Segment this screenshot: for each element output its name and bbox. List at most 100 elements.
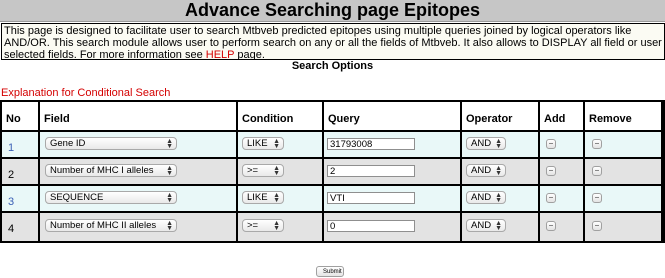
header-add: Add xyxy=(540,102,583,130)
condition-cell: >= ▲ ▼ xyxy=(238,159,322,184)
query-input[interactable] xyxy=(327,192,415,204)
minus-icon xyxy=(549,143,553,144)
chevron-updown-icon: ▲ ▼ xyxy=(495,165,502,177)
chevron-updown-icon: ▲ ▼ xyxy=(166,220,173,232)
field-cell: SEQUENCE ▲ ▼ xyxy=(40,186,236,211)
condition-cell: LIKE ▲ ▼ xyxy=(238,186,322,211)
condition-select-value: >= xyxy=(247,220,259,231)
condition-select-value: LIKE xyxy=(247,192,268,203)
remove-row-button[interactable] xyxy=(592,139,602,149)
add-cell xyxy=(540,159,583,184)
info-text: This page is designed to facilitate user… xyxy=(4,25,662,60)
operator-cell: AND ▲ ▼ xyxy=(462,132,538,157)
field-select-value: Number of MHC I alleles xyxy=(50,165,154,176)
minus-icon xyxy=(549,225,553,226)
remove-row-button[interactable] xyxy=(592,193,602,203)
chevron-updown-icon: ▲ ▼ xyxy=(273,220,280,232)
minus-icon xyxy=(595,170,599,171)
query-cell xyxy=(324,159,460,184)
field-select[interactable]: Number of MHC I alleles ▲ ▼ xyxy=(45,164,177,177)
row-number[interactable]: 1 xyxy=(2,132,38,157)
add-cell xyxy=(540,186,583,211)
field-select-value: SEQUENCE xyxy=(50,192,104,203)
query-input[interactable] xyxy=(327,220,415,232)
add-row-button[interactable] xyxy=(546,193,556,203)
operator-select-value: AND xyxy=(471,165,492,176)
remove-cell xyxy=(585,132,661,157)
chevron-updown-icon: ▲ ▼ xyxy=(166,165,173,177)
field-cell: Number of MHC II alleles ▲ ▼ xyxy=(40,213,236,241)
minus-icon xyxy=(549,197,553,198)
field-select[interactable]: Number of MHC II alleles ▲ ▼ xyxy=(45,219,177,232)
query-cell xyxy=(324,213,460,241)
condition-select-value: >= xyxy=(247,165,259,176)
field-select-value: Number of MHC II alleles xyxy=(50,220,157,231)
condition-select[interactable]: LIKE ▲ ▼ xyxy=(242,191,284,204)
operator-cell: AND ▲ ▼ xyxy=(462,213,538,241)
minus-icon xyxy=(549,170,553,171)
minus-icon xyxy=(595,197,599,198)
chevron-updown-icon: ▲ ▼ xyxy=(495,220,502,232)
remove-cell xyxy=(585,186,661,211)
remove-cell xyxy=(585,213,661,241)
field-select[interactable]: SEQUENCE ▲ ▼ xyxy=(45,191,177,204)
remove-row-button[interactable] xyxy=(592,221,602,231)
header-field: Field xyxy=(40,102,236,130)
submit-button[interactable]: Submit xyxy=(316,266,344,277)
header-query: Query xyxy=(324,102,460,130)
add-cell xyxy=(540,132,583,157)
explanation-link[interactable]: Explanation for Conditional Search xyxy=(1,87,170,99)
condition-select[interactable]: LIKE ▲ ▼ xyxy=(242,137,284,150)
add-row-button[interactable] xyxy=(546,139,556,149)
header-operator: Operator xyxy=(462,102,538,130)
query-cell xyxy=(324,132,460,157)
add-row-button[interactable] xyxy=(546,166,556,176)
row-number: 2 xyxy=(2,159,38,184)
field-cell: Number of MHC I alleles ▲ ▼ xyxy=(40,159,236,184)
operator-select-value: AND xyxy=(471,192,492,203)
condition-select-value: LIKE xyxy=(247,138,268,149)
page-title: Advance Searching page Epitopes xyxy=(184,0,481,20)
query-cell xyxy=(324,186,460,211)
chevron-updown-icon: ▲ ▼ xyxy=(166,138,173,150)
info-text-end: page. xyxy=(234,49,265,60)
field-cell: Gene ID ▲ ▼ xyxy=(40,132,236,157)
chevron-updown-icon: ▲ ▼ xyxy=(273,192,280,204)
operator-select[interactable]: AND ▲ ▼ xyxy=(466,191,506,204)
minus-icon xyxy=(595,225,599,226)
condition-cell: LIKE ▲ ▼ xyxy=(238,132,322,157)
row-number[interactable]: 3 xyxy=(2,186,38,211)
condition-select[interactable]: >= ▲ ▼ xyxy=(242,164,284,177)
search-table: No Field Condition Query Operator Add Re… xyxy=(0,100,665,243)
info-box: This page is designed to facilitate user… xyxy=(1,23,665,60)
operator-cell: AND ▲ ▼ xyxy=(462,159,538,184)
query-input[interactable] xyxy=(327,165,415,177)
chevron-updown-icon: ▲ ▼ xyxy=(273,138,280,150)
remove-cell xyxy=(585,159,661,184)
chevron-updown-icon: ▲ ▼ xyxy=(495,192,502,204)
operator-cell: AND ▲ ▼ xyxy=(462,186,538,211)
condition-select[interactable]: >= ▲ ▼ xyxy=(242,219,284,232)
add-row-button[interactable] xyxy=(546,221,556,231)
field-select[interactable]: Gene ID ▲ ▼ xyxy=(45,137,177,150)
header-no: No xyxy=(2,102,38,130)
operator-select[interactable]: AND ▲ ▼ xyxy=(466,164,506,177)
title-bar: Advance Searching page Epitopes xyxy=(0,0,665,22)
condition-cell: >= ▲ ▼ xyxy=(238,213,322,241)
header-remove: Remove xyxy=(585,102,661,130)
chevron-updown-icon: ▲ ▼ xyxy=(495,138,502,150)
operator-select[interactable]: AND ▲ ▼ xyxy=(466,219,506,232)
help-link[interactable]: HELP xyxy=(206,49,235,59)
search-options-label: Search Options xyxy=(291,60,374,72)
operator-select-value: AND xyxy=(471,220,492,231)
chevron-updown-icon: ▲ ▼ xyxy=(273,165,280,177)
field-select-value: Gene ID xyxy=(50,138,86,149)
operator-select[interactable]: AND ▲ ▼ xyxy=(466,137,506,150)
query-input[interactable] xyxy=(327,138,415,150)
header-condition: Condition xyxy=(238,102,322,130)
chevron-updown-icon: ▲ ▼ xyxy=(166,192,173,204)
remove-row-button[interactable] xyxy=(592,166,602,176)
row-number: 4 xyxy=(2,213,38,241)
minus-icon xyxy=(595,143,599,144)
operator-select-value: AND xyxy=(471,138,492,149)
